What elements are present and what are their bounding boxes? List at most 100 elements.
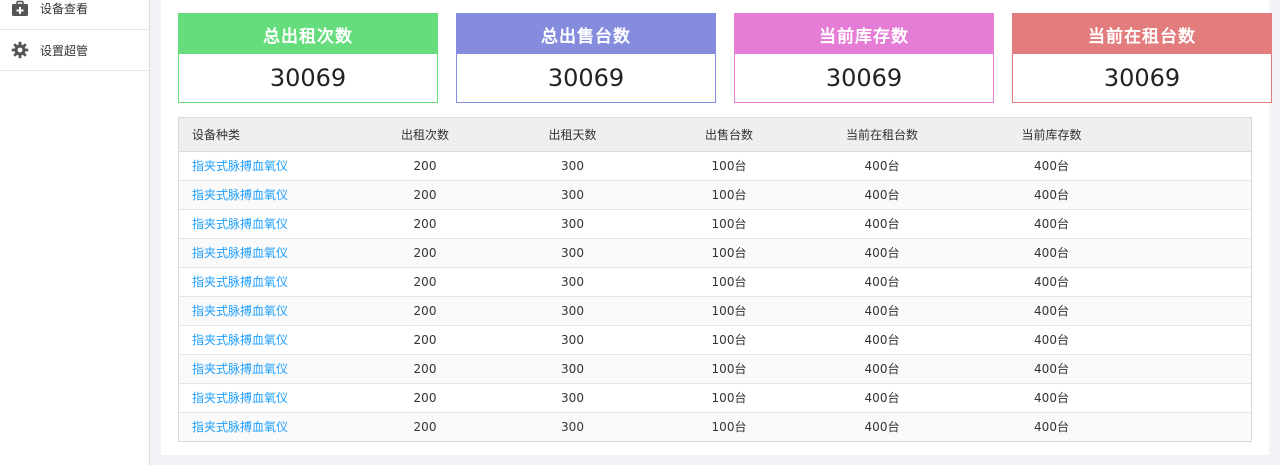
table-row: 指夹式脉搏血氧仪 200 300 100台 400台 400台 <box>179 267 1251 297</box>
sidebar: 设备查看 设置超管 <box>0 0 150 465</box>
column-header: 当前库存数 <box>950 118 1153 152</box>
table-cell-empty <box>1153 209 1251 239</box>
table-cell: 200 <box>349 238 501 268</box>
column-header: 出租次数 <box>349 118 501 152</box>
device-type-link[interactable]: 指夹式脉搏血氧仪 <box>179 267 349 297</box>
table-cell: 400台 <box>950 267 1153 297</box>
table-cell: 400台 <box>950 325 1153 355</box>
table-row: 指夹式脉搏血氧仪 200 300 100台 400台 400台 <box>179 354 1251 384</box>
device-type-link[interactable]: 指夹式脉搏血氧仪 <box>179 412 349 441</box>
stat-card-title: 总出租次数 <box>179 14 437 54</box>
table-cell-empty <box>1153 383 1251 413</box>
sidebar-item-set-admin[interactable]: 设置超管 <box>0 30 150 71</box>
table-header-row: 设备种类 出租次数 出租天数 出售台数 当前在租台数 当前库存数 <box>179 118 1251 152</box>
stat-card-current-rented: 当前在租台数 30069 <box>1012 13 1272 103</box>
table-cell: 200 <box>349 151 501 181</box>
table-cell: 400台 <box>950 383 1153 413</box>
table-cell: 400台 <box>950 296 1153 326</box>
table-cell: 400台 <box>814 383 950 413</box>
device-type-link[interactable]: 指夹式脉搏血氧仪 <box>179 209 349 239</box>
device-type-link[interactable]: 指夹式脉搏血氧仪 <box>179 151 349 181</box>
table-cell: 400台 <box>950 209 1153 239</box>
table-cell: 200 <box>349 383 501 413</box>
table-cell: 300 <box>501 296 644 326</box>
sidebar-item-label: 设备查看 <box>40 2 89 16</box>
table-cell: 400台 <box>950 151 1153 181</box>
stat-card-total-sold: 总出售台数 30069 <box>456 13 716 103</box>
table-cell: 200 <box>349 180 501 210</box>
table-cell: 400台 <box>814 238 950 268</box>
stat-card-value: 30069 <box>269 64 347 92</box>
column-header-empty <box>1153 118 1251 152</box>
stat-card-title: 当前库存数 <box>735 14 993 54</box>
table-cell: 100台 <box>644 325 814 355</box>
table-cell: 400台 <box>950 412 1153 441</box>
device-type-link[interactable]: 指夹式脉搏血氧仪 <box>179 238 349 268</box>
table-row: 指夹式脉搏血氧仪 200 300 100台 400台 400台 <box>179 296 1251 326</box>
table-cell: 400台 <box>814 354 950 384</box>
stat-card-title: 当前在租台数 <box>1013 14 1271 54</box>
table-cell: 300 <box>501 238 644 268</box>
stat-card-value: 30069 <box>547 64 625 92</box>
device-type-link[interactable]: 指夹式脉搏血氧仪 <box>179 325 349 355</box>
table-cell: 400台 <box>814 412 950 441</box>
stat-card-total-rentals: 总出租次数 30069 <box>178 13 438 103</box>
table-cell-empty <box>1153 412 1251 441</box>
column-header: 当前在租台数 <box>814 118 950 152</box>
table-row: 指夹式脉搏血氧仪 200 300 100台 400台 400台 <box>179 209 1251 239</box>
gear-icon <box>11 41 29 59</box>
column-header: 设备种类 <box>179 118 349 152</box>
table-cell-empty <box>1153 151 1251 181</box>
table-cell: 100台 <box>644 383 814 413</box>
table-cell-empty <box>1153 354 1251 384</box>
device-type-link[interactable]: 指夹式脉搏血氧仪 <box>179 296 349 326</box>
device-stats-table: 设备种类 出租次数 出租天数 出售台数 当前在租台数 当前库存数 指夹式脉搏血氧… <box>178 117 1252 442</box>
device-type-link[interactable]: 指夹式脉搏血氧仪 <box>179 383 349 413</box>
table-cell: 400台 <box>814 325 950 355</box>
table-cell: 400台 <box>814 151 950 181</box>
table-row: 指夹式脉搏血氧仪 200 300 100台 400台 400台 <box>179 412 1251 441</box>
table-cell: 400台 <box>950 238 1153 268</box>
stat-card-value: 30069 <box>1103 64 1181 92</box>
column-header: 出租天数 <box>501 118 644 152</box>
stat-card-title: 总出售台数 <box>457 14 715 54</box>
sidebar-item-label: 设置超管 <box>40 43 89 58</box>
stat-card-value: 30069 <box>825 64 903 92</box>
table-cell: 400台 <box>950 354 1153 384</box>
table-cell: 300 <box>501 325 644 355</box>
table-cell: 200 <box>349 412 501 441</box>
table-cell: 200 <box>349 325 501 355</box>
device-type-link[interactable]: 指夹式脉搏血氧仪 <box>179 354 349 384</box>
table-cell: 200 <box>349 354 501 384</box>
table-row: 指夹式脉搏血氧仪 200 300 100台 400台 400台 <box>179 151 1251 181</box>
table-cell: 100台 <box>644 209 814 239</box>
table-cell-empty <box>1153 325 1251 355</box>
table-cell: 300 <box>501 180 644 210</box>
table-cell: 100台 <box>644 238 814 268</box>
table-cell: 300 <box>501 354 644 384</box>
medkit-icon <box>11 0 29 18</box>
table-cell: 300 <box>501 383 644 413</box>
table-cell: 300 <box>501 267 644 297</box>
table-cell: 200 <box>349 267 501 297</box>
table-cell: 400台 <box>814 209 950 239</box>
table-cell: 300 <box>501 209 644 239</box>
sidebar-item-device-view[interactable]: 设备查看 <box>0 0 150 30</box>
table-cell: 300 <box>501 151 644 181</box>
table-cell: 300 <box>501 412 644 441</box>
table-cell: 100台 <box>644 151 814 181</box>
table-cell: 400台 <box>814 180 950 210</box>
stat-card-current-stock: 当前库存数 30069 <box>734 13 994 103</box>
table-row: 指夹式脉搏血氧仪 200 300 100台 400台 400台 <box>179 325 1251 355</box>
table-cell: 100台 <box>644 354 814 384</box>
table-cell: 400台 <box>814 267 950 297</box>
device-type-link[interactable]: 指夹式脉搏血氧仪 <box>179 180 349 210</box>
table-cell: 400台 <box>950 180 1153 210</box>
table-row: 指夹式脉搏血氧仪 200 300 100台 400台 400台 <box>179 238 1251 268</box>
table-row: 指夹式脉搏血氧仪 200 300 100台 400台 400台 <box>179 383 1251 413</box>
table-cell-empty <box>1153 180 1251 210</box>
table-cell-empty <box>1153 296 1251 326</box>
table-cell: 200 <box>349 209 501 239</box>
table-cell: 200 <box>349 296 501 326</box>
table-cell-empty <box>1153 238 1251 268</box>
